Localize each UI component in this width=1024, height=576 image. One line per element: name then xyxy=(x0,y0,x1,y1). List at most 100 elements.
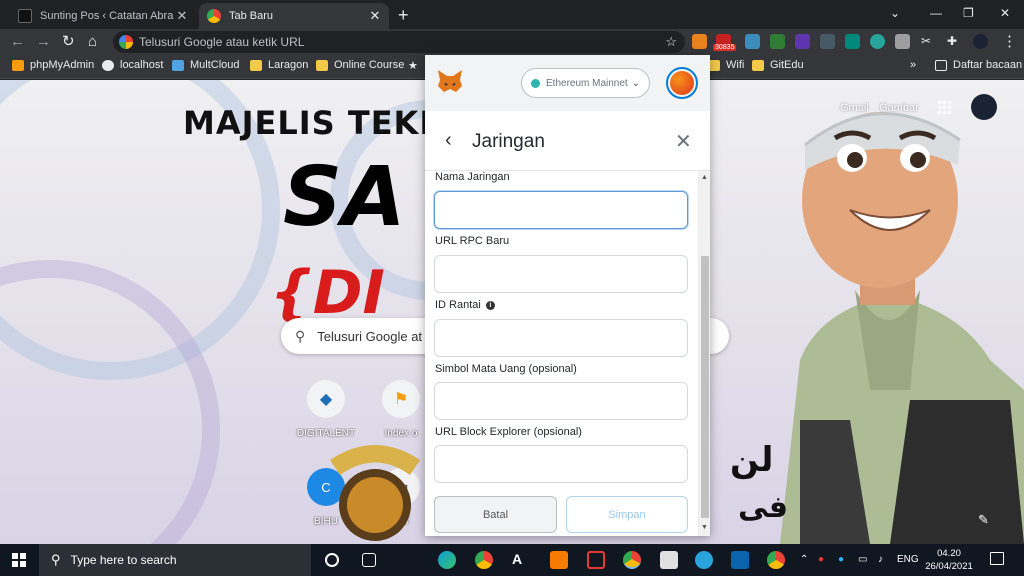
reading-list-button[interactable]: Daftar bacaan xyxy=(935,59,1022,71)
chevron-down-icon: ⌄ xyxy=(631,77,640,89)
save-button[interactable]: Simpan xyxy=(566,496,688,533)
bookmark-phpmyadmin[interactable]: phpMyAdmin xyxy=(12,59,94,71)
bookmark-wifi[interactable]: Wifi xyxy=(708,59,744,71)
cortana-icon[interactable] xyxy=(325,553,339,567)
menu-icon[interactable]: ⋮ xyxy=(1002,33,1017,51)
scissors-icon[interactable]: ✂ xyxy=(921,34,936,49)
new-tab-button[interactable]: + xyxy=(398,5,409,26)
language-indicator[interactable]: ENG xyxy=(897,554,919,565)
scroll-up-icon[interactable]: ▲ xyxy=(701,174,708,181)
customize-pencil-icon[interactable]: ✎ xyxy=(978,512,989,528)
info-icon[interactable]: i xyxy=(485,300,495,310)
windows-start-icon[interactable] xyxy=(12,553,26,567)
bookmark-multcloud[interactable]: MultCloud xyxy=(172,59,240,71)
folder-icon xyxy=(752,59,764,71)
cancel-button[interactable]: Batal xyxy=(434,496,557,533)
telegram-icon[interactable] xyxy=(695,551,713,569)
app-icon[interactable] xyxy=(660,551,678,569)
google-icon xyxy=(119,35,133,49)
tab-search-icon[interactable]: ⌄ xyxy=(890,6,900,20)
close-tab-icon[interactable]: ✕ xyxy=(174,8,190,24)
xampp-icon[interactable] xyxy=(550,551,568,569)
bookmark-gitedu[interactable]: GitEdu xyxy=(752,59,804,71)
close-icon[interactable]: ✕ xyxy=(675,129,692,154)
star-icon: ★ xyxy=(408,60,418,72)
extension-icon[interactable] xyxy=(870,34,885,49)
block-explorer-label: URL Block Explorer (opsional) xyxy=(435,426,582,438)
bookmarks-overflow-button[interactable]: » xyxy=(910,59,916,71)
bookmark-label: MultCloud xyxy=(190,59,240,71)
mail-icon[interactable] xyxy=(731,551,749,569)
extension-icon[interactable] xyxy=(895,34,910,49)
extension-badge: 30835 xyxy=(713,44,737,51)
metamask-popup: Ethereum Mainnet ⌄ ‹ Jaringan ✕ Nama Jar… xyxy=(425,55,710,536)
network-name-input[interactable] xyxy=(434,191,688,229)
tab-title: Tab Baru xyxy=(229,10,274,22)
app-icon[interactable]: A xyxy=(512,551,530,569)
address-bar[interactable]: Telusuri Google atau ketik URL ☆ xyxy=(113,31,685,53)
windows-taskbar: ⚲ Type here to search A ⌃ ● ● ▭ ♪ ENG 04… xyxy=(0,544,1024,576)
restore-icon[interactable]: ❐ xyxy=(963,6,974,20)
block-explorer-input[interactable] xyxy=(434,445,688,483)
extension-icon[interactable] xyxy=(795,34,810,49)
chain-id-input[interactable] xyxy=(434,319,688,357)
reload-icon[interactable]: ↻ xyxy=(62,33,75,51)
metamask-extension-icon[interactable] xyxy=(692,34,707,49)
tray-app-icon[interactable]: ● xyxy=(838,554,844,565)
bookmark-star[interactable]: ★ xyxy=(408,59,418,72)
back-icon[interactable]: ← xyxy=(10,33,25,51)
search-icon: ⚲ xyxy=(295,327,306,344)
currency-symbol-input[interactable] xyxy=(434,382,688,420)
tab-title: Sunting Pos ‹ Catatan Abraham Y xyxy=(40,10,174,22)
bookmark-label: Laragon xyxy=(268,59,309,71)
extension-icon[interactable] xyxy=(845,34,860,49)
app-icon[interactable] xyxy=(587,551,605,569)
chrome-icon[interactable] xyxy=(767,551,785,569)
chrome-icon[interactable] xyxy=(475,551,493,569)
tab-new-tab[interactable]: Tab Baru ✕ xyxy=(199,3,389,29)
add-network-form: Nama Jaringan URL RPC Baru ID Rantai i S… xyxy=(425,171,698,536)
close-window-icon[interactable]: ✕ xyxy=(1000,6,1010,20)
network-name-label: Nama Jaringan xyxy=(435,171,510,183)
chrome-active-icon[interactable] xyxy=(623,551,641,569)
rpc-url-label: URL RPC Baru xyxy=(435,235,510,247)
bookmark-laragon[interactable]: Laragon xyxy=(250,59,308,71)
back-arrow-icon[interactable]: ‹ xyxy=(445,129,452,152)
search-placeholder: Telusuri Google at xyxy=(317,328,423,344)
volume-icon[interactable]: ♪ xyxy=(878,554,883,565)
tray-app-icon[interactable]: ● xyxy=(818,554,824,565)
bookmark-online-course[interactable]: Online Course xyxy=(316,59,404,71)
tray-chevron-icon[interactable]: ⌃ xyxy=(800,554,808,565)
chain-id-label-text: ID Rantai xyxy=(435,299,481,311)
overflow-label: » xyxy=(910,59,917,71)
extension-icon[interactable] xyxy=(745,34,760,49)
chain-id-label: ID Rantai i xyxy=(435,299,495,311)
metamask-fox-icon xyxy=(438,70,462,92)
account-avatar[interactable] xyxy=(666,67,698,99)
forward-icon[interactable]: → xyxy=(36,33,51,51)
network-name: Ethereum Mainnet xyxy=(546,77,628,89)
edge-icon[interactable] xyxy=(438,551,456,569)
home-icon[interactable]: ⌂ xyxy=(88,33,97,51)
extension-icon[interactable] xyxy=(770,34,785,49)
profile-avatar[interactable] xyxy=(973,34,988,49)
bookmark-localhost[interactable]: localhost xyxy=(102,59,163,71)
close-tab-icon[interactable]: ✕ xyxy=(367,8,383,24)
taskbar-search[interactable]: ⚲ Type here to search xyxy=(39,544,311,576)
scroll-down-icon[interactable]: ▼ xyxy=(701,524,708,531)
extension-icon[interactable] xyxy=(820,34,835,49)
globe-icon xyxy=(102,59,114,71)
bookmark-label: Wifi xyxy=(726,59,745,71)
tab-edit-post[interactable]: Sunting Pos ‹ Catatan Abraham Y ✕ xyxy=(10,3,196,29)
puzzle-extensions-icon[interactable]: ✚ xyxy=(947,34,962,49)
bookmark-star-icon[interactable]: ☆ xyxy=(665,34,677,50)
system-clock[interactable]: 04.20 26/04/2021 xyxy=(924,547,974,573)
minimize-icon[interactable]: — xyxy=(930,6,942,20)
network-dropdown[interactable]: Ethereum Mainnet ⌄ xyxy=(521,68,650,98)
form-scrollbar[interactable]: ▲ ▼ xyxy=(698,171,710,536)
scrollbar-thumb[interactable] xyxy=(701,256,709,518)
notification-center-icon[interactable] xyxy=(990,552,1004,565)
network-icon[interactable]: ▭ xyxy=(858,554,867,565)
task-view-icon[interactable] xyxy=(362,553,376,567)
rpc-url-input[interactable] xyxy=(434,255,688,293)
